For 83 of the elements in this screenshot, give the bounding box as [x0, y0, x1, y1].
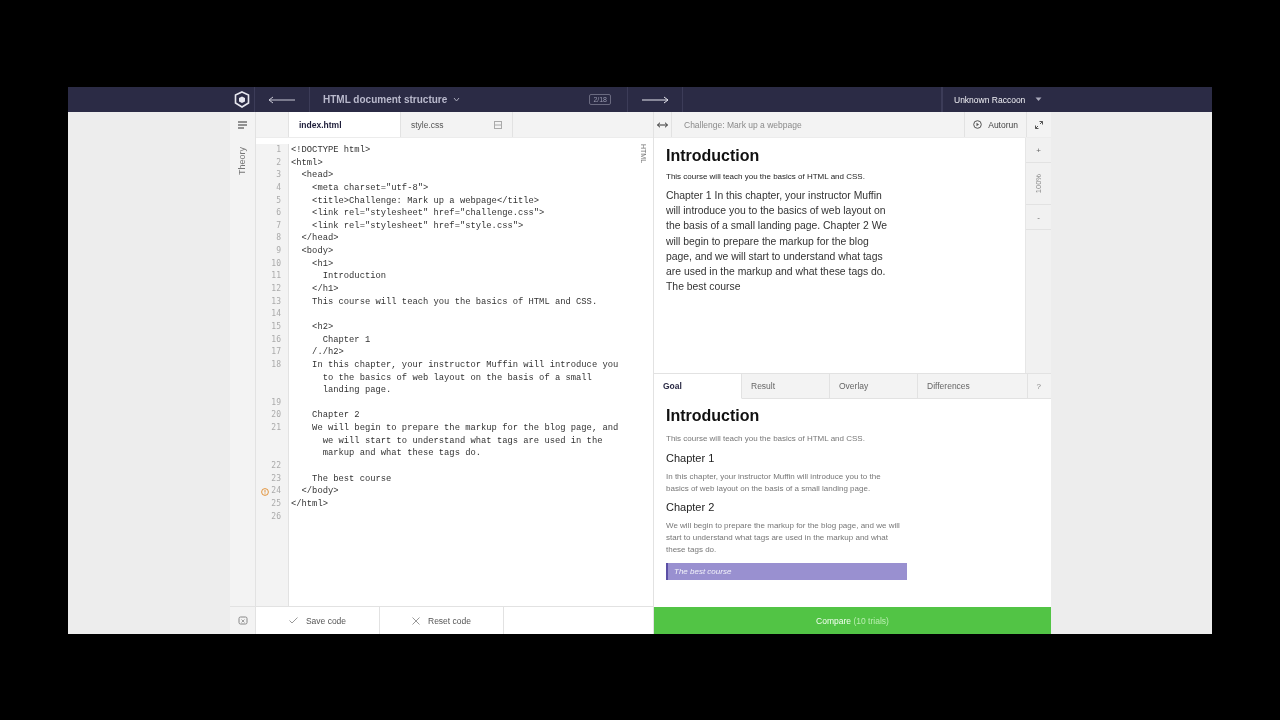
code-line: <link rel="stylesheet" href="style.css"> — [311, 220, 524, 231]
preview-text: This course will teach you the basics of HTML and CSS. — [666, 172, 866, 181]
check-icon — [288, 617, 298, 624]
goal-subheading: Chapter 2 — [666, 501, 716, 514]
file-tab[interactable]: index.html — [289, 112, 401, 137]
line-number: 3 — [276, 169, 281, 182]
line-number: 14 — [271, 308, 281, 321]
line-number: 8 — [276, 232, 281, 245]
goal-heading: Introduction — [666, 407, 761, 425]
left-arrow-icon[interactable] — [268, 95, 296, 104]
line-number: 22 — [271, 460, 281, 473]
preview-paragraph: Chapter 1 In this chapter, your instructor Muffin will introduce you to the basics of web layout on the basis of a small landing page. Chapter 2 We will begin to prepare the markup for the blog page, and we will start to understand what tags are used in the markup and what these tags do. The best course — [666, 189, 889, 295]
code-line: Chapter 1 — [321, 334, 371, 345]
line-number: 9 — [276, 245, 281, 258]
line-number: 18 — [271, 358, 281, 371]
code-line: <meta charset="utf-8"> — [311, 182, 429, 193]
user-menu[interactable]: Unknown Raccoon — [954, 94, 1026, 105]
view-tab[interactable]: Result — [742, 374, 830, 399]
code-line: <link rel="stylesheet" href="challenge.css"> — [311, 208, 545, 219]
code-line: <!DOCTYPE html> — [291, 145, 371, 155]
line-number: 24 — [271, 485, 281, 498]
line-number: 10 — [271, 257, 281, 270]
line-number: 1 — [276, 144, 281, 156]
line-number: 26 — [271, 510, 281, 523]
code-line: <head> — [300, 170, 334, 181]
code-line: <body> — [300, 246, 334, 257]
caret-icon[interactable] — [453, 97, 461, 102]
warning-icon — [261, 487, 270, 496]
line-number: 17 — [271, 346, 281, 359]
line-number: 19 — [271, 396, 281, 409]
theory-tab[interactable]: Theory — [236, 147, 249, 175]
lesson-title[interactable]: HTML document structure — [323, 94, 448, 105]
line-number: 7 — [276, 219, 281, 232]
goal-paragraph: This course will teach you the basics of HTML and CSS. — [666, 433, 866, 445]
line-number: 15 — [271, 320, 281, 333]
line-number: 11 — [271, 270, 281, 283]
line-number: 12 — [271, 283, 281, 296]
code-line: landing page. — [321, 385, 392, 396]
caret-icon[interactable] — [1035, 97, 1043, 102]
expand-icon[interactable] — [1035, 120, 1043, 129]
code-line: /./h2> — [311, 347, 344, 358]
code-line: </html> — [291, 498, 328, 509]
code-line: to the basics of web layout on the basis of a small — [321, 372, 592, 383]
line-number: 6 — [276, 207, 281, 220]
challenge-title: Challenge: Mark up a webpage — [684, 119, 802, 130]
code-line: </h1> — [311, 284, 339, 295]
close-icon — [412, 616, 420, 625]
code-line: <html> — [291, 157, 323, 168]
code-line: This course will teach you the basics of HTML and CSS. — [311, 296, 598, 307]
line-number: 23 — [271, 472, 281, 485]
line-number: 2 — [276, 156, 281, 169]
goal-subheading: Chapter 1 — [666, 451, 716, 464]
file-tab[interactable]: style.css — [401, 112, 513, 137]
code-line: <h2> — [311, 321, 334, 332]
goal-quote: The best course — [666, 562, 907, 580]
view-tab[interactable]: Goal — [654, 374, 742, 399]
line-number: 4 — [276, 181, 281, 194]
code-line: </body> — [300, 486, 339, 497]
line-number: 20 — [271, 409, 281, 422]
code-line: Chapter 2 — [311, 410, 360, 421]
code-line: </head> — [300, 233, 339, 244]
resize-arrows-icon[interactable] — [657, 121, 668, 128]
line-number: 21 — [271, 422, 281, 435]
line-number: 16 — [271, 333, 281, 346]
code-line: <h1> — [311, 258, 334, 269]
code-line: <title>Challenge: Mark up a webpage</title> — [311, 195, 540, 206]
preview-heading: Introduction — [666, 147, 761, 165]
code-line: The best course — [311, 473, 392, 484]
goal-paragraph: In this chapter, your instructor Muffin will introduce you to the basics of web layout on the basis of a small landing page. — [666, 470, 882, 495]
menu-icon[interactable] — [238, 120, 247, 129]
code-line: We will begin to prepare the markup for the blog page, and — [311, 423, 619, 434]
line-number: 5 — [276, 194, 281, 207]
play-circle-icon — [973, 120, 983, 129]
goal-paragraph: We will begin to prepare the markup for the blog page, and we will start to understand what tags are used in the markup and what these tags do. — [666, 520, 901, 556]
line-number: 13 — [271, 295, 281, 308]
code-line: markup and what these tags do. — [321, 448, 482, 459]
right-arrow-icon[interactable] — [641, 95, 669, 104]
code-line: we will start to understand what tags are used in the — [321, 435, 603, 446]
line-number: 25 — [271, 497, 281, 510]
shield-logo-icon[interactable] — [234, 91, 250, 108]
code-line: In this chapter, your instructor Muffin will introduce you — [311, 359, 619, 370]
code-line: Introduction — [321, 271, 387, 282]
view-tab[interactable]: Overlay — [830, 374, 918, 399]
